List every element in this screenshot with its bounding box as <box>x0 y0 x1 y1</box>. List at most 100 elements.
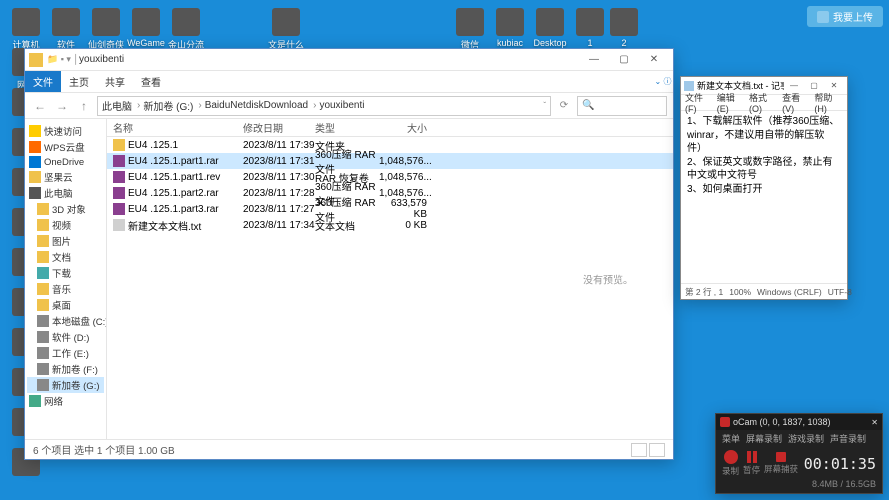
tree-item[interactable]: 工作 (E:) <box>27 345 104 361</box>
refresh-button[interactable]: ⟳ <box>555 97 573 115</box>
record-button[interactable] <box>724 450 738 464</box>
app-icon <box>456 8 484 36</box>
title-bar[interactable]: 📁 ▪ ▾ │ youxibenti — ▢ ✕ <box>25 49 673 71</box>
view-icons-button[interactable] <box>649 443 665 457</box>
recorder-menu-item[interactable]: 声音录制 <box>830 432 866 445</box>
file-icon <box>113 187 125 199</box>
tree-item[interactable]: 快速访问 <box>27 123 104 139</box>
breadcrumb-item[interactable]: BaiduNetdiskDownload <box>205 100 308 111</box>
ribbon: 文件 主页 共享 查看 ⌄ ⓘ <box>25 71 673 93</box>
capture-button[interactable] <box>776 452 786 462</box>
file-row[interactable]: EU4 .125.1.part3.rar2023/8/11 17:27360压缩… <box>107 201 673 217</box>
breadcrumb-item[interactable]: 此电脑 <box>102 98 132 113</box>
close-button[interactable]: ✕ <box>639 51 669 69</box>
file-icon <box>113 155 125 167</box>
app-icon <box>52 8 80 36</box>
chevron-down-icon[interactable]: ˇ <box>543 101 546 110</box>
notepad-menu: 文件(F)编辑(E)格式(O)查看(V)帮助(H) <box>681 95 847 111</box>
recorder-menu-item[interactable]: 菜单 <box>722 432 740 445</box>
desktop-icon[interactable]: 软件 <box>46 8 86 51</box>
tree-item[interactable]: 新加卷 (G:) <box>27 377 104 393</box>
col-name[interactable]: 名称 <box>113 120 243 135</box>
ribbon-file[interactable]: 文件 <box>25 71 61 92</box>
file-row[interactable]: EU4 .125.12023/8/11 17:39文件夹 <box>107 137 673 153</box>
tree-item[interactable]: 桌面 <box>27 297 104 313</box>
tree-item[interactable]: 音乐 <box>27 281 104 297</box>
pause-button[interactable] <box>747 451 757 463</box>
recorder-menu-item[interactable]: 游戏录制 <box>788 432 824 445</box>
view-details-button[interactable] <box>631 443 647 457</box>
desktop-icon[interactable]: 微信 <box>450 8 490 51</box>
desktop-icon[interactable]: kubiac <box>490 8 530 48</box>
file-size: 1,048,576... <box>379 188 435 199</box>
file-name: EU4 .125.1.part3.rar <box>128 204 219 215</box>
tree-label: 图片 <box>52 234 71 248</box>
folder-icon <box>37 283 49 295</box>
ribbon-share[interactable]: 共享 <box>97 71 133 92</box>
address-bar: ← → ↑ 此电脑›新加卷 (G:)›BaiduNetdiskDownload›… <box>25 93 673 119</box>
tree-label: 此电脑 <box>44 186 73 200</box>
tree-label: 快速访问 <box>44 124 82 138</box>
tree-item[interactable]: 软件 (D:) <box>27 329 104 345</box>
file-name: EU4 .125.1.part1.rar <box>128 156 219 167</box>
tree-label: 下载 <box>52 266 71 280</box>
desktop-icon[interactable]: WeGame <box>126 8 166 48</box>
desktop-icon[interactable]: 计算机 <box>6 8 46 51</box>
up-button[interactable]: ↑ <box>75 97 93 115</box>
col-type[interactable]: 类型 <box>315 120 379 135</box>
pause-label: 暂停 <box>743 464 760 476</box>
recorder-title: oCam (0, 0, 1837, 1038) <box>733 417 871 427</box>
notepad-status: 第 2 行 , 1 100% Windows (CRLF) UTF-8 <box>681 283 847 299</box>
file-name: EU4 .125.1 <box>128 140 178 151</box>
breadcrumb-item[interactable]: 新加卷 (G:) <box>143 98 193 113</box>
tree-item[interactable]: 此电脑 <box>27 185 104 201</box>
notepad-body[interactable]: 1、下载解压软件（推荐360压缩、winrar，不建议用自带的解压软件） 2、保… <box>681 111 847 283</box>
tree-item[interactable]: 文档 <box>27 249 104 265</box>
file-name: EU4 .125.1.part2.rar <box>128 188 219 199</box>
column-headers[interactable]: 名称 修改日期 类型 大小 <box>107 119 673 137</box>
app-icon <box>172 8 200 36</box>
maximize-button[interactable]: ▢ <box>609 51 639 69</box>
desktop-icon[interactable]: 仙剑奇侠 <box>86 8 126 51</box>
tree-item[interactable]: 新加卷 (F:) <box>27 361 104 377</box>
icon-label: kubiac <box>490 38 530 48</box>
file-row[interactable]: 新建文本文档.txt2023/8/11 17:34文本文档0 KB <box>107 217 673 233</box>
breadcrumb-field[interactable]: 此电脑›新加卷 (G:)›BaiduNetdiskDownload›youxib… <box>97 96 551 116</box>
tree-item[interactable]: 3D 对象 <box>27 201 104 217</box>
breadcrumb-item[interactable]: youxibenti <box>319 100 364 111</box>
ribbon-help-icon[interactable]: ⌄ ⓘ <box>653 71 673 92</box>
file-list[interactable]: 名称 修改日期 类型 大小 EU4 .125.12023/8/11 17:39文… <box>107 119 673 439</box>
col-size[interactable]: 大小 <box>379 120 435 135</box>
tree-label: 网络 <box>44 394 63 408</box>
forward-button[interactable]: → <box>53 97 71 115</box>
desktop-icon[interactable]: Desktop <box>530 8 570 48</box>
tree-item[interactable]: 视频 <box>27 217 104 233</box>
icon-label: WeGame <box>126 38 166 48</box>
folder-icon <box>37 315 49 327</box>
file-size: 1,048,576... <box>379 172 435 183</box>
app-icon <box>576 8 604 36</box>
ribbon-view[interactable]: 查看 <box>133 71 169 92</box>
ribbon-home[interactable]: 主页 <box>61 71 97 92</box>
rec-close-button[interactable]: ✕ <box>871 418 878 427</box>
recorder-menu-item[interactable]: 屏幕录制 <box>746 432 782 445</box>
file-row[interactable]: EU4 .125.1.part1.rev2023/8/11 17:30RAR 恢… <box>107 169 673 185</box>
tree-item[interactable]: 图片 <box>27 233 104 249</box>
rec-title-icon <box>720 417 730 427</box>
col-date[interactable]: 修改日期 <box>243 120 315 135</box>
tree-item[interactable]: 坚果云 <box>27 169 104 185</box>
minimize-button[interactable]: — <box>579 51 609 69</box>
nav-tree[interactable]: 快速访问WPS云盘OneDrive坚果云此电脑3D 对象视频图片文档下载音乐桌面… <box>25 119 107 439</box>
upload-button[interactable]: 我要上传 <box>807 6 883 27</box>
tree-item[interactable]: OneDrive <box>27 155 104 169</box>
search-input[interactable]: 🔍 <box>577 96 667 116</box>
tree-item[interactable]: WPS云盘 <box>27 139 104 155</box>
tree-item[interactable]: 本地磁盘 (C:) <box>27 313 104 329</box>
folder-icon <box>29 156 41 168</box>
tree-item[interactable]: 网络 <box>27 393 104 409</box>
file-row[interactable]: EU4 .125.1.part1.rar2023/8/11 17:31360压缩… <box>107 153 673 169</box>
tree-item[interactable]: 下载 <box>27 265 104 281</box>
recorder-title-bar[interactable]: oCam (0, 0, 1837, 1038) ✕ <box>716 414 882 430</box>
back-button[interactable]: ← <box>31 97 49 115</box>
desktop-icon[interactable]: 2 <box>604 8 644 48</box>
